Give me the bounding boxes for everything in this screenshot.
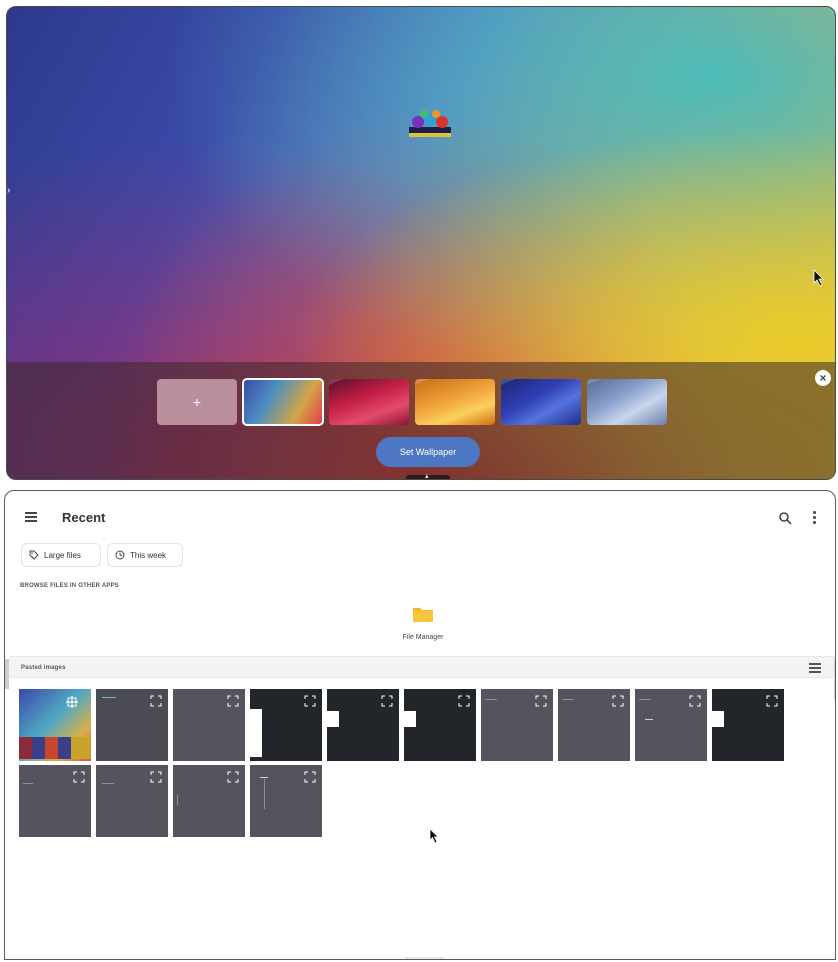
expand-icon (73, 771, 85, 783)
plus-icon: + (192, 394, 202, 410)
chip-label: This week (130, 550, 167, 560)
file-manager-header: Recent (5, 491, 835, 541)
image-tile[interactable] (712, 689, 784, 761)
clock-icon (115, 550, 125, 560)
wallpaper-thumb-red[interactable] (329, 379, 409, 425)
grid-view-icon[interactable] (809, 663, 821, 673)
expand-icon (766, 695, 778, 707)
image-tile[interactable] (173, 765, 245, 837)
wallpaper-thumb-orange[interactable] (415, 379, 495, 425)
expand-icon (227, 771, 239, 783)
image-tile[interactable] (19, 689, 91, 761)
expand-icon (150, 695, 162, 707)
pasted-images-header: Pasted images (9, 656, 835, 678)
browse-section-label: BROWSE FILES IN OTHER APPS (20, 583, 119, 589)
expand-icon (458, 695, 470, 707)
grip-icon: ▴ (425, 473, 429, 480)
image-tile[interactable] (558, 689, 630, 761)
expand-icon (150, 771, 162, 783)
image-tile[interactable] (250, 765, 322, 837)
expand-icon (612, 695, 624, 707)
side-handle-icon[interactable]: › (7, 185, 13, 197)
page-title: Recent (62, 510, 106, 525)
pasted-images-grid (19, 689, 809, 837)
expand-icon (381, 695, 393, 707)
wallpaper-tray: × + Set Wallpaper ▴ (7, 362, 835, 480)
bottom-grip-handle[interactable] (405, 957, 445, 959)
tray-grip-handle[interactable]: ▴ (406, 473, 450, 480)
desktop-logo-icon (409, 110, 451, 137)
image-tile[interactable] (327, 689, 399, 761)
wallpaper-thumbnails: + (157, 378, 667, 426)
wallpaper-thumb-blue[interactable] (501, 379, 581, 425)
add-wallpaper-button[interactable]: + (157, 379, 237, 425)
tag-icon (29, 550, 39, 560)
wallpaper-thumb-gradient[interactable] (242, 378, 324, 426)
app-label: File Manager (402, 634, 444, 641)
expand-icon (304, 771, 316, 783)
set-wallpaper-button[interactable]: Set Wallpaper (376, 437, 480, 467)
image-tile[interactable] (96, 765, 168, 837)
file-manager-window: Recent Large files This week BROWSE FILE… (4, 490, 836, 960)
image-tile[interactable] (481, 689, 553, 761)
image-tile[interactable] (19, 765, 91, 837)
image-tile[interactable] (250, 689, 322, 761)
image-tile[interactable] (635, 689, 707, 761)
right-scrollbar[interactable] (834, 659, 835, 699)
filter-chip-large-files[interactable]: Large files (21, 543, 101, 567)
expand-icon (535, 695, 547, 707)
mouse-cursor-icon (813, 269, 824, 287)
pasted-section-label: Pasted images (21, 665, 66, 671)
move-icon (66, 696, 78, 708)
app-tile-file-manager[interactable]: File Manager (398, 601, 448, 651)
expand-icon (689, 695, 701, 707)
mouse-cursor-icon (429, 828, 439, 844)
image-tile[interactable] (173, 689, 245, 761)
folder-icon (413, 608, 433, 622)
expand-icon (227, 695, 239, 707)
search-icon[interactable] (778, 511, 792, 525)
close-icon[interactable]: × (815, 370, 831, 386)
menu-icon[interactable] (25, 512, 37, 522)
image-tile[interactable] (404, 689, 476, 761)
chip-label: Large files (44, 550, 81, 560)
more-options-icon[interactable] (811, 511, 817, 525)
image-tile[interactable] (96, 689, 168, 761)
wallpaper-thumb-silver[interactable] (587, 379, 667, 425)
expand-icon (304, 695, 316, 707)
wallpaper-picker-window: › × + Set Wallpaper ▴ (6, 6, 836, 480)
filter-chip-this-week[interactable]: This week (107, 543, 183, 567)
